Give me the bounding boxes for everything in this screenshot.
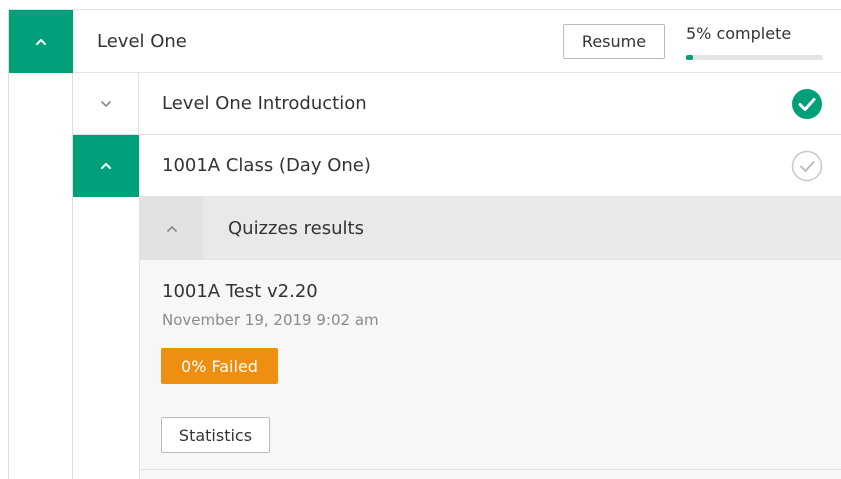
progress-text: 5% complete	[686, 24, 792, 43]
check-circle-outline-icon	[791, 150, 823, 182]
chevron-up-icon	[101, 163, 111, 169]
progress-bar-fill	[686, 55, 693, 60]
topic-row[interactable]: Level One Introduction	[73, 73, 841, 135]
check-circle-filled-icon	[792, 89, 822, 119]
chevron-up-icon	[166, 225, 177, 232]
quiz-results-header: Quizzes results	[140, 197, 841, 260]
quiz-result-badge: 0% Failed	[161, 348, 278, 384]
topic-collapse-toggle[interactable]	[73, 135, 139, 197]
quiz-name: 1001A Test v2.20	[162, 281, 318, 302]
topic-row[interactable]: 1001A Class (Day One)	[73, 135, 841, 197]
statistics-button[interactable]: Statistics	[161, 417, 270, 453]
chevron-down-icon	[100, 101, 111, 107]
resume-button[interactable]: Resume	[563, 24, 665, 59]
topic-title[interactable]: 1001A Class (Day One)	[162, 135, 371, 197]
level-content: Level One Introduction 1001A Class (Day …	[72, 73, 841, 479]
course-progress-panel: Level One Resume 5% complete Level One I…	[8, 9, 841, 479]
quiz-results-title: Quizzes results	[228, 218, 364, 239]
level-row: Level One Resume 5% complete	[9, 10, 841, 73]
divider	[140, 469, 841, 470]
quiz-results-section: Quizzes results 1001A Test v2.20 Novembe…	[139, 197, 841, 479]
quiz-results-collapse-toggle[interactable]	[140, 197, 203, 260]
quiz-date: November 19, 2019 9:02 am	[162, 311, 379, 329]
chevron-up-icon	[36, 38, 46, 45]
topic-expand-toggle[interactable]	[73, 73, 139, 135]
level-title: Level One	[97, 31, 187, 52]
topic-title[interactable]: Level One Introduction	[162, 73, 367, 135]
progress-bar	[686, 55, 823, 60]
level-collapse-toggle[interactable]	[9, 10, 73, 73]
